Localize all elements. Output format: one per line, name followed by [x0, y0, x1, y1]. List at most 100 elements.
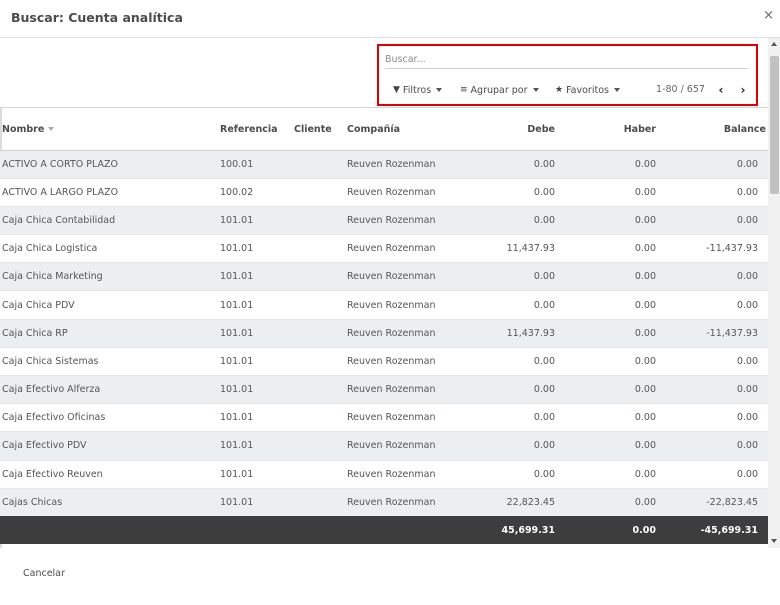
column-header-compania[interactable]: Compañía — [345, 109, 478, 151]
cell-referencia: 101.01 — [218, 403, 292, 432]
cell-compania: Reuven Rozenman — [345, 262, 478, 291]
sort-icon — [48, 127, 55, 132]
cell-compania: Reuven Rozenman — [345, 149, 478, 179]
cell-haber: 0.00 — [567, 346, 668, 376]
pager-previous-icon[interactable]: ‹ — [714, 80, 728, 100]
total-balance: -45,699.31 — [668, 516, 768, 545]
cell-nombre: Caja Chica Contabilidad — [0, 205, 218, 235]
column-header-cliente[interactable]: Cliente — [292, 109, 345, 151]
cell-nombre: Caja Chica PDV — [0, 290, 218, 320]
cell-debe: 0.00 — [478, 431, 567, 461]
cell-balance: 0.00 — [668, 290, 768, 320]
column-header-nombre[interactable]: Nombre — [0, 109, 218, 151]
filters-button[interactable]: ▼ Filtros — [393, 80, 443, 100]
totals-spacer — [218, 516, 292, 545]
list-icon: ≡ — [460, 85, 468, 95]
cell-debe: 0.00 — [478, 459, 567, 489]
table-row[interactable]: Caja Chica Contabilidad 101.01 Reuven Roze… — [0, 205, 768, 235]
table-row[interactable]: Caja Efectivo Oficinas 101.01 Reuven Rozen… — [0, 403, 768, 432]
dialog-title: Buscar: Cuenta analítica — [11, 10, 183, 25]
chevron-down-icon — [613, 88, 620, 92]
column-header-balance[interactable]: Balance — [668, 109, 768, 151]
cell-compania: Reuven Rozenman — [345, 487, 478, 517]
group-by-button[interactable]: ≡ Agrupar por — [460, 80, 539, 100]
search-input[interactable] — [385, 51, 748, 69]
scroll-up-icon[interactable] — [771, 42, 777, 46]
cell-debe: 11,437.93 — [478, 318, 567, 348]
cell-debe: 0.00 — [478, 205, 567, 235]
totals-spacer — [345, 516, 478, 545]
cell-balance: -22,823.45 — [668, 487, 768, 517]
table-row[interactable]: Caja Efectivo PDV 101.01 Reuven Rozenman 0.… — [0, 431, 768, 461]
cell-referencia: 101.01 — [218, 290, 292, 320]
table-row[interactable]: Caja Efectivo Reuven 101.01 Reuven Rozenma… — [0, 459, 768, 489]
cell-haber: 0.00 — [567, 403, 668, 432]
table-row[interactable]: Caja Chica Marketing 101.01 Reuven Rozenma… — [0, 262, 768, 291]
cell-compania: Reuven Rozenman — [345, 459, 478, 489]
chevron-down-icon — [532, 88, 539, 92]
cell-haber: 0.00 — [567, 290, 668, 320]
cell-balance: 0.00 — [668, 374, 768, 404]
pager-next-icon[interactable]: › — [736, 80, 750, 100]
table-row[interactable]: ACTIVO A LARGO PLAZO 100.02 Reuven Rozenma… — [0, 177, 768, 207]
cell-nombre: Cajas Chicas — [0, 487, 218, 517]
cell-debe: 0.00 — [478, 262, 567, 291]
cell-haber: 0.00 — [567, 459, 668, 489]
column-header-referencia[interactable]: Referencia — [218, 109, 292, 151]
cell-referencia: 101.01 — [218, 234, 292, 263]
total-haber: 0.00 — [567, 516, 668, 545]
cell-balance: 0.00 — [668, 459, 768, 489]
cell-nombre: Caja Chica RP — [0, 318, 218, 348]
cell-balance: 0.00 — [668, 431, 768, 461]
cell-referencia: 101.01 — [218, 487, 292, 517]
cancel-button[interactable]: Cancelar — [23, 568, 65, 579]
cell-balance: 0.00 — [668, 205, 768, 235]
cell-referencia: 101.01 — [218, 318, 292, 348]
close-icon[interactable]: × — [763, 8, 774, 24]
table-row[interactable]: Caja Efectivo Alferza 101.01 Reuven Rozenm… — [0, 374, 768, 404]
cell-referencia: 101.01 — [218, 459, 292, 489]
cell-debe: 0.00 — [478, 346, 567, 376]
table-row[interactable]: ACTIVO A CORTO PLAZO 100.01 Reuven Rozenma… — [0, 149, 768, 179]
favorites-button[interactable]: ★ Favoritos — [555, 80, 620, 100]
cell-balance: -11,437.93 — [668, 234, 768, 263]
table-row[interactable]: Caja Chica RP 101.01 Reuven Rozenman 11,437… — [0, 318, 768, 348]
cell-debe: 0.00 — [478, 177, 567, 207]
cell-compania: Reuven Rozenman — [345, 318, 478, 348]
cell-compania: Reuven Rozenman — [345, 346, 478, 376]
column-header-debe[interactable]: Debe — [478, 109, 567, 151]
cell-haber: 0.00 — [567, 318, 668, 348]
cell-nombre: Caja Efectivo Alferza — [0, 374, 218, 404]
cell-haber: 0.00 — [567, 487, 668, 517]
column-header-haber[interactable]: Haber — [567, 109, 668, 151]
pager-value[interactable]: 1-80 / 657 — [656, 80, 705, 100]
cell-balance: 0.00 — [668, 262, 768, 291]
cell-referencia: 101.01 — [218, 262, 292, 291]
cell-cliente — [292, 234, 345, 263]
chevron-down-icon — [436, 88, 443, 92]
vertical-scrollbar[interactable] — [768, 38, 780, 548]
scroll-down-icon[interactable] — [771, 539, 777, 543]
cell-compania: Reuven Rozenman — [345, 234, 478, 263]
cell-debe: 0.00 — [478, 290, 567, 320]
table-row[interactable]: Caja Chica PDV 101.01 Reuven Rozenman 0.00 0… — [0, 290, 768, 320]
cell-cliente — [292, 431, 345, 461]
search-panel-highlight: ▼ Filtros ≡ Agrupar por ★ Favoritos 1-80… — [377, 44, 758, 106]
totals-spacer — [0, 516, 218, 545]
cell-referencia: 100.01 — [218, 149, 292, 179]
results-table: Nombre Referencia Cliente Compañía Debe … — [0, 109, 768, 545]
results-table-container: Nombre Referencia Cliente Compañía Debe … — [0, 109, 768, 549]
cell-compania: Reuven Rozenman — [345, 374, 478, 404]
table-row[interactable]: Cajas Chicas 101.01 Reuven Rozenman 22,823.… — [0, 487, 768, 517]
table-row[interactable]: Caja Chica Sistemas 101.01 Reuven Rozenman… — [0, 346, 768, 376]
cell-nombre: Caja Chica Sistemas — [0, 346, 218, 376]
table-row[interactable]: Caja Chica Logistica 101.01 Reuven Rozenma… — [0, 234, 768, 263]
scrollbar-thumb[interactable] — [770, 56, 779, 194]
cell-haber: 0.00 — [567, 149, 668, 179]
cell-nombre: Caja Chica Marketing — [0, 262, 218, 291]
cell-compania: Reuven Rozenman — [345, 431, 478, 461]
search-options-row: ▼ Filtros ≡ Agrupar por ★ Favoritos 1-80… — [379, 80, 755, 100]
dialog-header: Buscar: Cuenta analítica × — [0, 0, 780, 38]
cell-balance: 0.00 — [668, 403, 768, 432]
cell-cliente — [292, 262, 345, 291]
